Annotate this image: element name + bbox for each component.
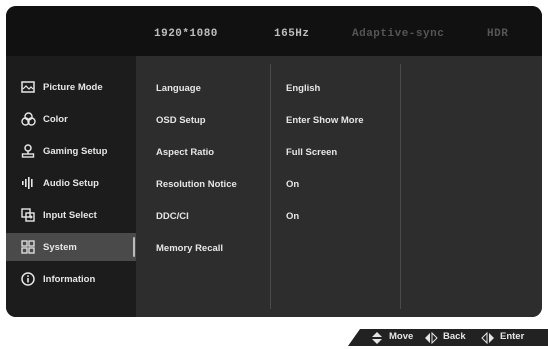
sidebar-item-color[interactable]: Color (6, 105, 136, 133)
hdr-status: HDR (487, 28, 509, 40)
setting-aspect-ratio[interactable]: Aspect Ratio (156, 147, 214, 165)
audio-setup-icon (20, 175, 36, 191)
setting-language-value: English (286, 83, 321, 94)
resolution-status: 1920*1080 (154, 28, 218, 40)
setting-resolution-notice[interactable]: Resolution Notice (156, 179, 237, 197)
setting-osd-setup-value: Enter Show More (286, 115, 364, 126)
input-select-icon (20, 207, 36, 223)
information-icon (20, 271, 36, 287)
move-icon (370, 331, 384, 344)
setting-language[interactable]: Language (156, 83, 201, 101)
control-hints: Move Back Enter (348, 329, 548, 346)
back-hint: Back (443, 331, 466, 342)
setting-ddc-ci[interactable]: DDC/CI (156, 211, 189, 229)
sidebar-item-label: Color (43, 113, 68, 125)
sidebar-item-label: Information (43, 273, 96, 285)
picture-mode-icon (20, 79, 36, 95)
setting-memory-recall[interactable]: Memory Recall (156, 243, 223, 261)
sidebar-item-label: Gaming Setup (43, 145, 108, 157)
sidebar-item-picture-mode[interactable]: Picture Mode (6, 73, 136, 101)
sidebar-item-information[interactable]: Information (6, 265, 136, 293)
setting-osd-setup[interactable]: OSD Setup (156, 115, 206, 133)
selection-indicator (133, 237, 135, 257)
osd-menu: 1920*1080 165Hz Adaptive-sync HDR Pictur… (6, 6, 542, 317)
settings-panel: Language English OSD Setup Enter Show Mo… (136, 56, 542, 317)
refresh-rate-status: 165Hz (274, 28, 310, 40)
sidebar-item-label: System (43, 241, 77, 253)
sidebar-item-audio-setup[interactable]: Audio Setup (6, 169, 136, 197)
sidebar-item-gaming-setup[interactable]: Gaming Setup (6, 137, 136, 165)
sidebar-item-label: Input Select (43, 209, 97, 221)
status-bar: 1920*1080 165Hz Adaptive-sync HDR (6, 6, 542, 56)
enter-icon (481, 331, 495, 345)
sidebar: Picture Mode Color Gaming Setup Audio Se… (6, 56, 136, 317)
back-icon (424, 331, 438, 345)
column-divider (270, 64, 271, 309)
setting-aspect-ratio-value: Full Screen (286, 147, 338, 158)
adaptive-sync-status: Adaptive-sync (352, 28, 445, 40)
gaming-setup-icon (20, 143, 36, 159)
system-icon (20, 239, 36, 255)
sidebar-item-label: Audio Setup (43, 177, 99, 189)
setting-resolution-notice-value: On (286, 179, 300, 190)
enter-hint: Enter (500, 331, 525, 342)
color-icon (20, 111, 36, 127)
column-divider (400, 64, 401, 309)
move-hint: Move (389, 331, 414, 342)
sidebar-item-input-select[interactable]: Input Select (6, 201, 136, 229)
setting-ddc-ci-value: On (286, 211, 300, 222)
sidebar-item-label: Picture Mode (43, 81, 103, 93)
sidebar-item-system[interactable]: System (6, 233, 136, 261)
